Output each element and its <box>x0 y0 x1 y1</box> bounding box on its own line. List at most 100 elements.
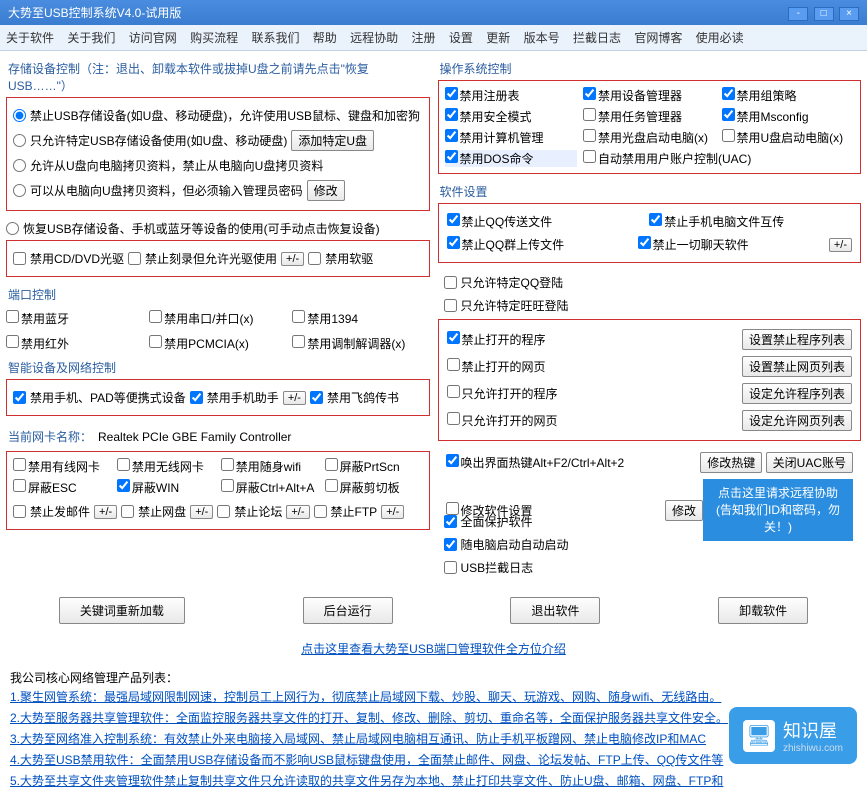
cb-hotkey[interactable]: 唤出界面热键Alt+F2/Ctrl+Alt+2 <box>446 454 701 471</box>
menu-register[interactable]: 注册 <box>412 31 436 45</box>
btn-block-prog[interactable]: 设置禁止程序列表 <box>742 329 852 350</box>
cb-msconfig[interactable]: 禁用Msconfig <box>722 108 855 125</box>
cb-email[interactable]: 禁止发邮件 <box>13 503 90 520</box>
cb-feige[interactable]: 禁用飞鸽传书 <box>310 389 399 406</box>
cb-phone-helper[interactable]: 禁用手机助手 <box>190 389 279 406</box>
cb-allow-web[interactable]: 只允许打开的网页 <box>447 412 742 429</box>
menu-version[interactable]: 版本号 <box>524 31 560 45</box>
menu-settings[interactable]: 设置 <box>449 31 473 45</box>
menu-contact[interactable]: 联系我们 <box>251 31 299 45</box>
cb-ir[interactable]: 禁用红外 <box>6 335 143 352</box>
btn-exit[interactable]: 退出软件 <box>510 597 600 624</box>
cb-esc[interactable]: 屏蔽ESC <box>13 479 111 496</box>
cb-modem[interactable]: 禁用调制解调器(x) <box>292 335 429 352</box>
link-center[interactable]: 点击这里查看大势至USB端口管理软件全方位介绍 <box>301 642 566 656</box>
modify-pwd-button[interactable]: 修改 <box>307 180 345 201</box>
menu-log[interactable]: 拦截日志 <box>573 31 621 45</box>
radio-restore-usb[interactable]: 恢复USB存储设备、手机或蓝牙等设备的使用(可手动点击恢复设备) <box>6 220 380 237</box>
cb-wifi[interactable]: 禁用随身wifi <box>221 458 319 475</box>
menu-readme[interactable]: 使用必读 <box>696 31 744 45</box>
cb-ctrlalta[interactable]: 屏蔽Ctrl+Alt+A <box>221 479 319 496</box>
pm-btn-email[interactable]: +/- <box>94 505 117 519</box>
cb-usbboot[interactable]: 禁用U盘启动电脑(x) <box>722 129 855 146</box>
cb-cdboot[interactable]: 禁用光盘启动电脑(x) <box>583 129 716 146</box>
menu-purchase[interactable]: 购买流程 <box>190 31 238 45</box>
cb-ftp[interactable]: 禁止FTP <box>314 503 378 520</box>
cb-compmgmt[interactable]: 禁用计算机管理 <box>445 129 578 146</box>
link-1[interactable]: 1.聚生网管系统：最强局域网限制网速，控制员工上网行为，彻底禁止局域网下载、炒股… <box>10 686 857 707</box>
optical-box: 禁用CD/DVD光驱 禁止刻录但允许光驱使用 +/- 禁用软驱 <box>6 240 430 277</box>
btn-close-uac[interactable]: 关闭UAC账号 <box>766 452 853 473</box>
cb-qq-only[interactable]: 只允许特定QQ登陆 <box>444 274 564 291</box>
cb-prtscn[interactable]: 屏蔽PrtScn <box>325 458 423 475</box>
cb-ww-only[interactable]: 只允许特定旺旺登陆 <box>444 297 569 314</box>
cb-block-web[interactable]: 禁止打开的网页 <box>447 358 742 375</box>
cb-serial[interactable]: 禁用串口/并口(x) <box>149 310 286 327</box>
menu-about-sw[interactable]: 关于软件 <box>6 31 54 45</box>
menu-update[interactable]: 更新 <box>486 31 510 45</box>
titlebar: 大势至USB控制系统V4.0-试用版 - □ × <box>0 0 867 25</box>
cb-protect[interactable]: 全面保护软件 <box>444 513 533 530</box>
cb-uac[interactable]: 自动禁用用户账户控制(UAC) <box>583 150 854 167</box>
pm-btn-ftp[interactable]: +/- <box>381 505 404 519</box>
cb-devmgr[interactable]: 禁用设备管理器 <box>583 87 716 104</box>
radio-copy-from-usb[interactable]: 允许从U盘向电脑拷贝资料，禁止从电脑向U盘拷贝资料 <box>13 157 323 174</box>
add-usb-button[interactable]: 添加特定U盘 <box>291 130 374 151</box>
minimize-icon[interactable]: - <box>788 7 808 21</box>
cb-allow-prog[interactable]: 只允许打开的程序 <box>447 385 742 402</box>
pm-btn-chat[interactable]: +/- <box>829 238 852 252</box>
menu-blog[interactable]: 官网博客 <box>634 31 682 45</box>
cb-disable-floppy[interactable]: 禁用软驱 <box>308 250 373 267</box>
cb-autostart[interactable]: 随电脑启动自动启动 <box>444 536 569 553</box>
cb-disable-cd[interactable]: 禁用CD/DVD光驱 <box>13 250 124 267</box>
maximize-icon[interactable]: □ <box>814 7 834 21</box>
cb-qq-file[interactable]: 禁止QQ传送文件 <box>447 213 646 230</box>
cb-wireless[interactable]: 禁用无线网卡 <box>117 458 215 475</box>
cb-win[interactable]: 屏蔽WIN <box>117 479 215 496</box>
cb-clipboard[interactable]: 屏蔽剪切板 <box>325 479 423 496</box>
close-icon[interactable]: × <box>839 7 859 21</box>
logo-corner[interactable]: 🖥 知识屋zhishiwu.com <box>729 707 857 764</box>
cb-wired[interactable]: 禁用有线网卡 <box>13 458 111 475</box>
cb-qq-group[interactable]: 禁止QQ群上传文件 <box>447 236 634 253</box>
cb-phone-pc[interactable]: 禁止手机电脑文件互传 <box>649 213 848 230</box>
storage-label: 存储设备控制（注：退出、卸载本软件或拔掉U盘之前请先点击"恢复USB……"） <box>6 57 430 97</box>
pm-btn-netdisk[interactable]: +/- <box>190 505 213 519</box>
radio-allow-specific[interactable]: 只允许特定USB存储设备使用(如U盘、移动硬盘) <box>13 132 287 149</box>
cb-forum[interactable]: 禁止论坛 <box>217 503 282 520</box>
smart-box: 禁用手机、PAD等便携式设备 禁用手机助手 +/- 禁用飞鸽传书 <box>6 379 430 416</box>
cb-usblog[interactable]: USB拦截日志 <box>444 559 534 576</box>
cb-all-chat[interactable]: 禁止一切聊天软件 <box>638 236 825 253</box>
btn-uninstall[interactable]: 卸载软件 <box>718 597 808 624</box>
sw-box1: 禁止QQ传送文件 禁止手机电脑文件互传 禁止QQ群上传文件 禁止一切聊天软件 +… <box>438 203 862 263</box>
pm-button-2[interactable]: +/- <box>283 391 306 405</box>
menu-help[interactable]: 帮助 <box>313 31 337 45</box>
cb-disable-burn[interactable]: 禁止刻录但允许光驱使用 <box>128 250 277 267</box>
pm-btn-forum[interactable]: +/- <box>286 505 309 519</box>
cb-registry[interactable]: 禁用注册表 <box>445 87 578 104</box>
btn-background[interactable]: 后台运行 <box>303 597 393 624</box>
cb-dos[interactable]: 禁用DOS命令 <box>445 150 578 167</box>
cb-1394[interactable]: 禁用1394 <box>292 310 429 327</box>
pm-button-1[interactable]: +/- <box>281 252 304 266</box>
cb-safemode[interactable]: 禁用安全模式 <box>445 108 578 125</box>
remote-banner[interactable]: 点击这里请求远程协助(告知我们ID和密码，勿关！) <box>703 479 853 541</box>
btn-mod-sw[interactable]: 修改 <box>665 500 703 521</box>
btn-reload[interactable]: 关键词重新加载 <box>59 597 185 624</box>
btn-block-web[interactable]: 设置禁止网页列表 <box>742 356 852 377</box>
btn-allow-web[interactable]: 设定允许网页列表 <box>742 410 852 431</box>
menu-website[interactable]: 访问官网 <box>129 31 177 45</box>
cb-gpedit[interactable]: 禁用组策略 <box>722 87 855 104</box>
radio-copy-to-usb[interactable]: 可以从电脑向U盘拷贝资料，但必须输入管理员密码 <box>13 182 303 199</box>
cb-taskmgr[interactable]: 禁用任务管理器 <box>583 108 716 125</box>
cb-pcmcia[interactable]: 禁用PCMCIA(x) <box>149 335 286 352</box>
cb-block-prog[interactable]: 禁止打开的程序 <box>447 331 742 348</box>
menu-remote[interactable]: 远程协助 <box>350 31 398 45</box>
radio-disable-usb[interactable]: 禁止USB存储设备(如U盘、移动硬盘)，允许使用USB鼠标、键盘和加密狗 <box>13 107 420 124</box>
btn-allow-prog[interactable]: 设定允许程序列表 <box>742 383 852 404</box>
cb-netdisk[interactable]: 禁止网盘 <box>121 503 186 520</box>
menu-about-us[interactable]: 关于我们 <box>67 31 115 45</box>
cb-phone-pad[interactable]: 禁用手机、PAD等便携式设备 <box>13 389 186 406</box>
cb-bluetooth[interactable]: 禁用蓝牙 <box>6 310 143 327</box>
btn-mod-hotkey[interactable]: 修改热键 <box>700 452 762 473</box>
